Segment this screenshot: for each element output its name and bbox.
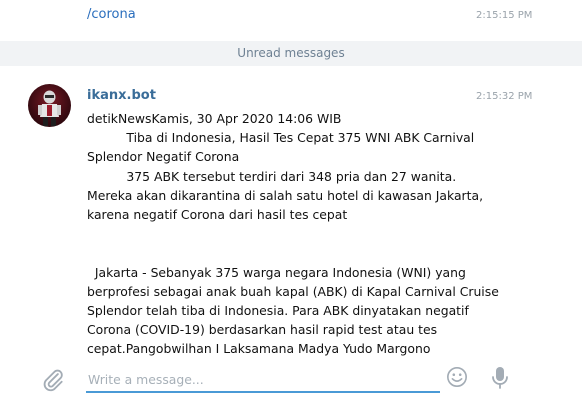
paperclip-icon[interactable] [40, 367, 66, 393]
message-line: berprofesi sebagai anak buah kapal (ABK)… [87, 283, 499, 299]
message-line [87, 224, 487, 243]
message-line: Splendor telah tiba di Indonesia. Para A… [87, 302, 469, 318]
message-line: Corona (COVID-19) berdasarkan hasil rapi… [87, 322, 438, 338]
message-line: cepat.Pangobwilhan I Laksamana Madya Yud… [87, 341, 431, 357]
message-line: Splendor Negatif Corona [87, 149, 240, 165]
message-line: Jakarta - Sebanyak 375 warga negara Indo… [87, 264, 466, 280]
outgoing-message-text[interactable]: /corona [87, 7, 136, 22]
message-line: karena negatif Corona dari hasil tes cep… [87, 206, 348, 222]
robot-avatar-icon [38, 90, 61, 126]
microphone-icon[interactable] [490, 366, 510, 390]
message-composer [0, 362, 582, 415]
unread-messages-divider: Unread messages [0, 41, 582, 66]
smiley-icon[interactable] [446, 366, 468, 388]
message-body: detikNewsKamis, 30 Apr 2020 14:06 WIB Ti… [87, 109, 499, 358]
message-line: detikNewsKamis, 30 Apr 2020 14:06 WIB [87, 111, 342, 126]
message-line: Tiba di Indonesia, Hasil Tes Cepat 375 W… [87, 130, 475, 146]
message-time: 2:15:32 PM [476, 91, 533, 102]
message-sender-name[interactable]: ikanx.bot [87, 88, 156, 103]
outgoing-message: /corona 2:15:15 PM [0, 0, 582, 38]
message-line: Mereka akan dikarantina di salah satu ho… [87, 187, 484, 203]
message-input[interactable] [86, 367, 440, 393]
message-line: 375 ABK tersebut terdiri dari 348 pria d… [87, 168, 457, 184]
avatar[interactable] [28, 84, 71, 127]
message-line [87, 243, 487, 262]
outgoing-message-time: 2:15:15 PM [476, 10, 533, 21]
